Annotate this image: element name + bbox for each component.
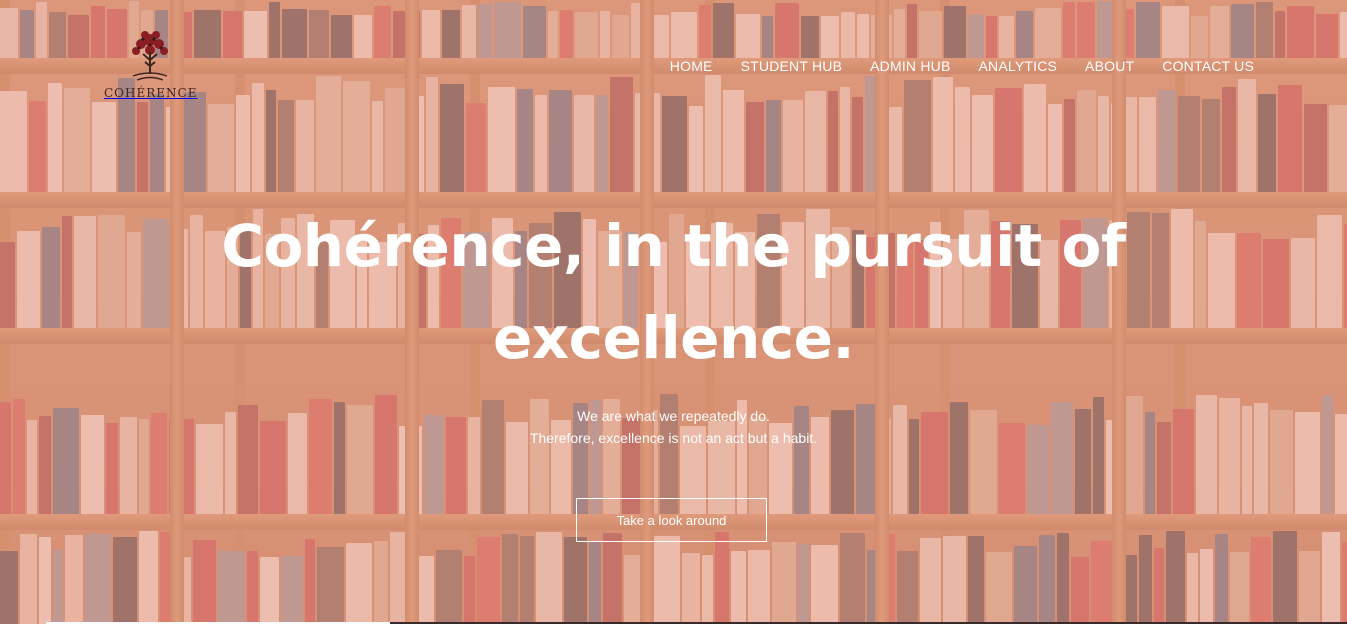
nav-contact-us[interactable]: CONTACT US bbox=[1162, 58, 1254, 74]
hero-headline-line2: excellence. bbox=[492, 304, 855, 372]
nav-student-hub[interactable]: STUDENT HUB bbox=[741, 58, 843, 74]
hero-subtitle: We are what we repeatedly do. Therefore,… bbox=[0, 405, 1347, 449]
hero-headline: Cohérence, in the pursuit of excellence. bbox=[0, 200, 1347, 384]
hero-subtitle-line2: Therefore, excellence is not an act but … bbox=[529, 430, 818, 446]
nav-about[interactable]: ABOUT bbox=[1085, 58, 1134, 74]
take-a-look-around-button[interactable]: Take a look around bbox=[576, 498, 767, 542]
hero-section: COHÉRENCE HOME STUDENT HUB ADMIN HUB ANA… bbox=[0, 0, 1347, 624]
hero-subtitle-line1: We are what we repeatedly do. bbox=[577, 408, 770, 424]
hero-headline-line1: Cohérence, in the pursuit of bbox=[221, 212, 1126, 280]
nav-analytics[interactable]: ANALYTICS bbox=[978, 58, 1057, 74]
brand-logo[interactable]: COHÉRENCE bbox=[104, 26, 196, 110]
brand-name: COHÉRENCE bbox=[104, 86, 198, 100]
tree-icon bbox=[132, 31, 168, 81]
main-nav: HOME STUDENT HUB ADMIN HUB ANALYTICS ABO… bbox=[670, 58, 1254, 74]
nav-home[interactable]: HOME bbox=[670, 58, 713, 74]
nav-admin-hub[interactable]: ADMIN HUB bbox=[870, 58, 950, 74]
